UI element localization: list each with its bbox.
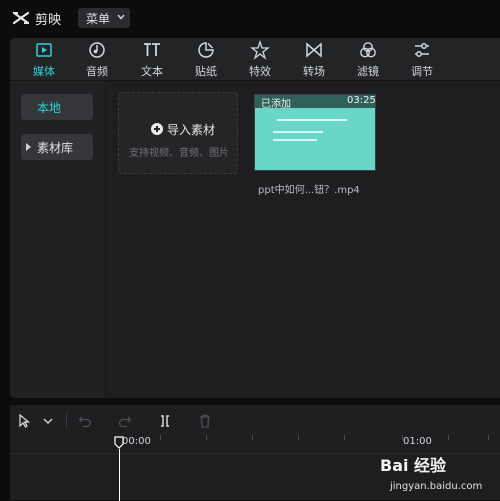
time-label-mark: 01:00 [403, 436, 432, 447]
filter-icon [360, 42, 376, 58]
tab-label: 转场 [303, 65, 325, 78]
menu-button-label: 菜单 [86, 12, 111, 26]
tab-label: 特效 [249, 65, 271, 78]
playhead-handle[interactable] [114, 436, 124, 449]
select-cursor-icon[interactable] [18, 414, 32, 428]
plus-icon [151, 123, 163, 135]
media-sidebar: 本地 素材库 [10, 81, 106, 398]
chevron-down-icon [117, 14, 125, 20]
menu-button[interactable]: 菜单 [78, 8, 130, 28]
tab-sticker[interactable]: 贴纸 [178, 38, 234, 80]
adjust-icon [415, 43, 429, 57]
video-duration: 03:25 [347, 95, 376, 106]
ruler-tick [344, 435, 345, 440]
tab-filter[interactable]: 滤镜 [340, 38, 396, 80]
capcut-logo-icon [12, 11, 30, 25]
effects-icon [250, 40, 270, 60]
ruler-tick [448, 435, 449, 440]
tab-label: 文本 [141, 65, 163, 78]
sticker-icon [198, 42, 214, 58]
ruler-tick [298, 435, 299, 440]
title-bar: 剪映 菜单 [0, 0, 500, 36]
ruler-tick [206, 435, 207, 440]
video-filename: ppt中如何...钮？.mp4 [258, 185, 360, 196]
tab-label: 滤镜 [357, 65, 379, 78]
sidebar-item-local[interactable]: 本地 [21, 94, 93, 120]
tab-media[interactable]: 媒体 [16, 38, 72, 80]
tab-transition[interactable]: 转场 [286, 38, 342, 80]
sidebar-item-label: 本地 [37, 101, 62, 115]
text-icon [144, 43, 160, 56]
media-icon [36, 43, 52, 57]
tab-label: 调节 [411, 65, 433, 78]
sidebar-item-label: 素材库 [37, 141, 74, 155]
toolbar-divider [66, 413, 67, 429]
import-media-card[interactable]: 导入素材 支持视频、音频、图片 [118, 92, 238, 174]
chevron-down-icon[interactable] [41, 414, 55, 428]
redo-icon[interactable] [118, 414, 132, 428]
split-icon[interactable] [158, 414, 172, 428]
delete-icon[interactable] [198, 414, 212, 428]
audio-icon [89, 42, 105, 58]
import-title: 导入素材 [167, 123, 216, 137]
ruler-tick [488, 435, 489, 440]
playhead[interactable] [119, 449, 120, 501]
category-toolbar: 媒体 音频 文本 贴纸 特效 转场 滤镜 调节 [10, 38, 500, 81]
watermark-url: jingyan.baidu.com [390, 481, 483, 492]
transition-icon [306, 42, 322, 58]
tab-text[interactable]: 文本 [124, 38, 180, 80]
tab-audio[interactable]: 音频 [69, 38, 125, 80]
import-subtitle: 支持视频、音频、图片 [129, 148, 229, 159]
undo-icon[interactable] [78, 414, 92, 428]
tab-label: 音频 [86, 65, 108, 78]
timeline-toolbar [10, 405, 500, 435]
media-panel: 媒体 音频 文本 贴纸 特效 转场 滤镜 调节 本地 素材库 导入素材 支持视频… [10, 38, 500, 398]
caret-right-icon [26, 143, 31, 151]
thumbnail-header: 已添加 03:25 [255, 95, 376, 110]
thumbnail-preview-line [273, 131, 323, 133]
ruler-tick [160, 435, 161, 440]
watermark-brand: Bai 经验 [380, 456, 447, 475]
tab-label: 贴纸 [195, 65, 217, 78]
thumbnail-preview-line [273, 139, 317, 141]
time-label-start: 00:00 [122, 436, 151, 447]
tab-adjust[interactable]: 调节 [394, 38, 450, 80]
app-name: 剪映 [35, 13, 62, 28]
baidu-jingyan-watermark: Bai 经验 jingyan.baidu.com [380, 452, 500, 498]
ruler-tick [252, 435, 253, 440]
video-thumbnail[interactable]: 已添加 03:25 [254, 94, 376, 171]
tab-effects[interactable]: 特效 [232, 38, 288, 80]
tab-label: 媒体 [33, 65, 55, 78]
added-badge: 已添加 [261, 99, 291, 110]
sidebar-item-library[interactable]: 素材库 [21, 134, 93, 160]
thumbnail-preview-line [277, 119, 347, 121]
